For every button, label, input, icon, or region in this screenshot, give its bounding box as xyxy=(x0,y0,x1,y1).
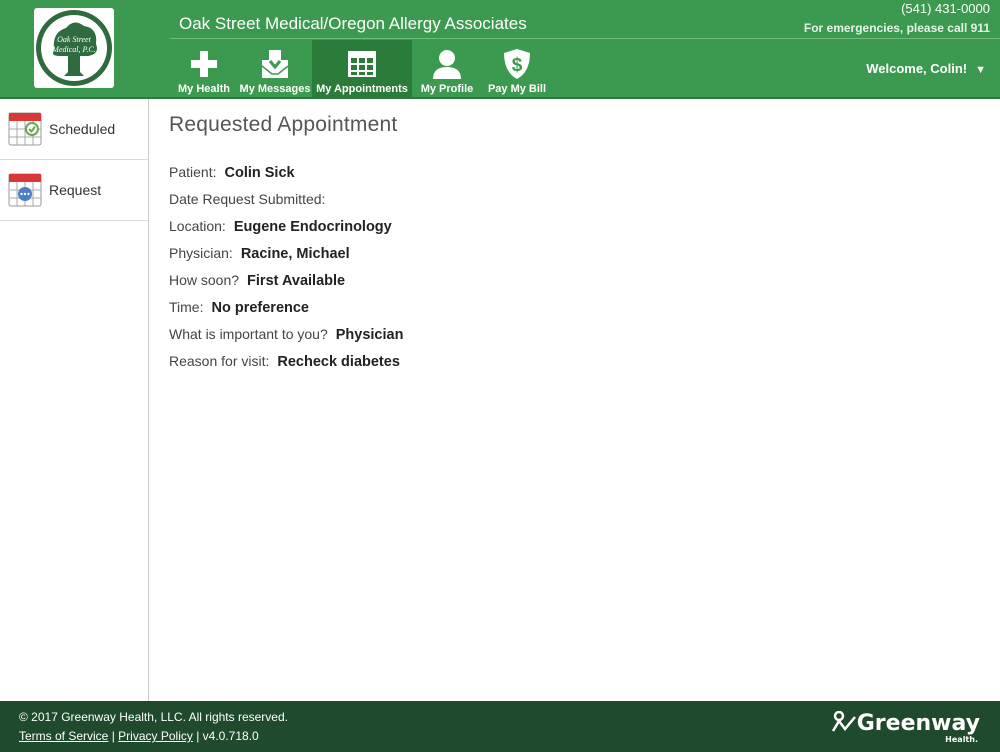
practice-logo[interactable]: Oak Street Medical, P.C. xyxy=(34,8,114,88)
svg-text:$: $ xyxy=(512,55,523,76)
sidebar-item-request[interactable]: Request xyxy=(0,160,148,221)
dollar-shield-icon: $ xyxy=(500,47,534,81)
main-nav: My Health My Messages My Appointments My… xyxy=(170,40,552,97)
inbox-icon xyxy=(258,47,292,81)
field-label: Time: xyxy=(169,299,204,315)
nav-label: Pay My Bill xyxy=(487,83,547,95)
field-label: Physician: xyxy=(169,245,233,261)
page-title: Requested Appointment xyxy=(169,113,398,136)
privacy-link[interactable]: Privacy Policy xyxy=(118,729,193,743)
svg-text:Oak Street: Oak Street xyxy=(57,35,91,44)
footer-links: Terms of Service | Privacy Policy | v4.0… xyxy=(19,729,259,743)
user-menu[interactable]: Welcome, Colin! ▼ xyxy=(866,61,986,76)
greenway-mark-icon xyxy=(831,710,856,732)
practice-name: Oak Street Medical/Oregon Allergy Associ… xyxy=(179,14,527,33)
sidebar-item-label: Request xyxy=(49,182,102,198)
field-how-soon: How soon? First Available xyxy=(169,270,403,297)
field-value: Physician xyxy=(335,327,404,343)
field-label: Reason for visit: xyxy=(169,353,270,369)
terms-link[interactable]: Terms of Service xyxy=(19,729,108,743)
footer: © 2017 Greenway Health, LLC. All rights … xyxy=(0,701,1000,752)
copyright-text: © 2017 Greenway Health, LLC. All rights … xyxy=(19,710,288,724)
field-reason: Reason for visit: Recheck diabetes xyxy=(169,351,403,378)
field-label: Patient: xyxy=(169,164,217,180)
header-border xyxy=(0,97,1000,99)
main-content: Requested Appointment Patient: Colin Sick… xyxy=(169,113,403,378)
nav-my-profile[interactable]: My Profile xyxy=(412,40,482,97)
greenway-logo: Greenway Health. xyxy=(831,710,980,744)
field-value: No preference xyxy=(211,300,309,316)
sidebar-item-scheduled[interactable]: Scheduled xyxy=(0,99,148,160)
field-value: Recheck diabetes xyxy=(277,354,400,370)
chevron-down-icon: ▼ xyxy=(975,64,986,76)
field-value: Eugene Endocrinology xyxy=(233,219,392,235)
field-label: Date Request Submitted: xyxy=(169,191,326,207)
nav-my-health[interactable]: My Health xyxy=(170,40,238,97)
top-header: Oak Street Medical, P.C. Oak Street Medi… xyxy=(0,0,1000,97)
field-time: Time: No preference xyxy=(169,297,403,324)
nav-label: My Messages xyxy=(239,83,311,95)
field-value: Racine, Michael xyxy=(240,246,350,262)
welcome-text: Welcome, Colin! xyxy=(866,61,968,76)
field-importance: What is important to you? Physician xyxy=(169,324,403,351)
header-divider xyxy=(170,38,1000,39)
svg-text:Medical, P.C.: Medical, P.C. xyxy=(51,45,95,54)
phone-number: (541) 431-0000 xyxy=(901,1,990,16)
nav-label: My Profile xyxy=(420,83,474,95)
field-date-submitted: Date Request Submitted: xyxy=(169,189,403,216)
person-icon xyxy=(430,47,464,81)
field-value: Colin Sick xyxy=(224,165,295,181)
sidebar: Scheduled Request xyxy=(0,99,149,701)
field-patient: Patient: Colin Sick xyxy=(169,162,403,189)
nav-label: My Health xyxy=(178,83,230,95)
brand-sub: Health. xyxy=(945,735,978,744)
nav-my-appointments[interactable]: My Appointments xyxy=(312,40,412,97)
field-value: First Available xyxy=(247,273,346,289)
nav-pay-my-bill[interactable]: $ Pay My Bill xyxy=(482,40,552,97)
nav-label: My Appointments xyxy=(316,83,408,95)
field-physician: Physician: Racine, Michael xyxy=(169,243,403,270)
field-label: What is important to you? xyxy=(169,326,328,342)
field-label: How soon? xyxy=(169,272,240,288)
brand-name: Greenway xyxy=(856,711,980,736)
field-label: Location: xyxy=(169,218,226,234)
sidebar-item-label: Scheduled xyxy=(49,121,116,137)
field-location: Location: Eugene Endocrinology xyxy=(169,216,403,243)
link-separator: | xyxy=(111,729,115,743)
calendar-check-icon xyxy=(8,112,42,146)
calendar-dots-icon xyxy=(8,173,42,207)
emergency-notice: For emergencies, please call 911 xyxy=(803,21,990,35)
calendar-icon xyxy=(345,47,379,81)
version-text: | v4.0.718.0 xyxy=(196,729,259,743)
nav-my-messages[interactable]: My Messages xyxy=(238,40,312,97)
plus-icon xyxy=(187,47,221,81)
